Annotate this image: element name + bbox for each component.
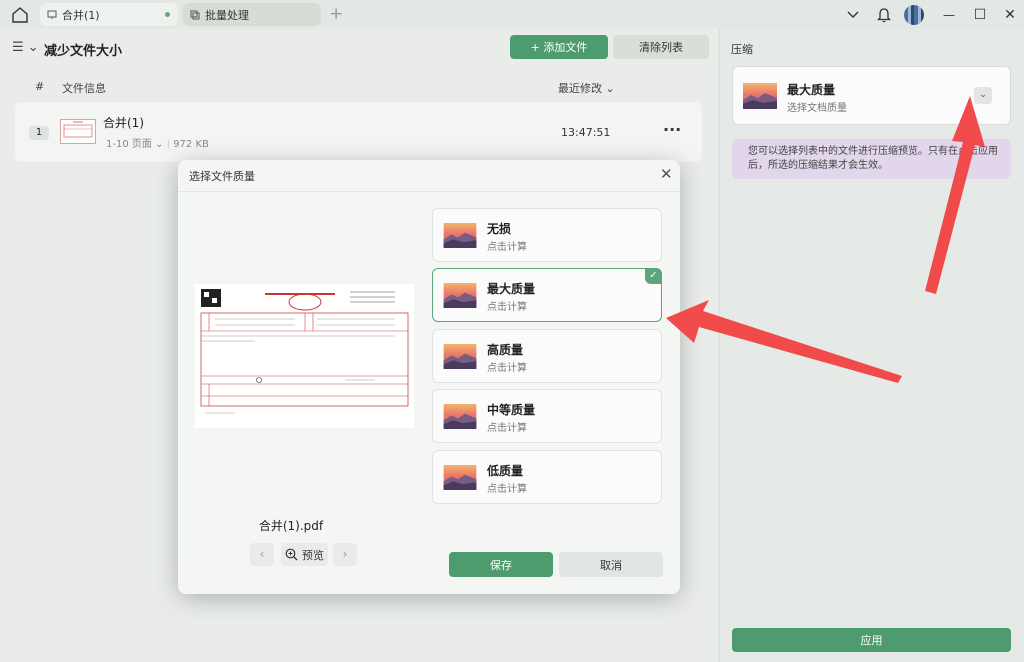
bell-icon[interactable] [873, 0, 895, 29]
minimize-button[interactable]: — [938, 0, 960, 29]
file-thumbnail [60, 119, 96, 144]
preview-label: 预览 [302, 548, 324, 562]
quality-subtitle: 选择文档质量 [787, 103, 847, 114]
option-name: 最大质量 [487, 282, 536, 296]
home-icon[interactable] [10, 5, 30, 25]
option-name: 低质量 [487, 464, 524, 478]
landscape-icon [443, 465, 477, 490]
row-index: 1 [29, 126, 49, 140]
pdf-file-icon [47, 10, 57, 19]
column-header-modified[interactable]: 最近修改 ⌄ [558, 80, 615, 96]
panel-title: 压缩 [731, 43, 753, 56]
column-header-index: # [35, 80, 45, 93]
zoom-in-icon [285, 548, 298, 561]
check-icon: ✓ [645, 268, 662, 284]
maximize-button[interactable]: ☐ [969, 0, 991, 29]
preview-button[interactable]: 预览 [281, 543, 328, 566]
previous-page-button[interactable]: ‹ [250, 543, 274, 566]
landscape-icon [743, 83, 777, 109]
unsaved-dot-icon [165, 12, 170, 17]
quality-option-high[interactable]: 高质量 点击计算 [432, 329, 662, 383]
tab-merge[interactable]: 合并(1) [40, 3, 178, 26]
landscape-icon [443, 344, 477, 369]
close-window-button[interactable]: ✕ [999, 0, 1021, 29]
page-range-select[interactable]: 1-10 页面 ⌄ [106, 139, 163, 150]
option-subtitle: 点击计算 [487, 302, 527, 313]
tab-batch[interactable]: 批量处理 [183, 3, 321, 26]
file-name: 合并(1) [103, 116, 144, 130]
more-options-button[interactable]: ··· [663, 120, 681, 139]
menu-icon[interactable]: ☰ ⌄ [12, 40, 39, 55]
dialog-header: 选择文件质量 ✕ [178, 160, 680, 192]
dialog-title: 选择文件质量 [189, 170, 255, 183]
file-size: 972 KB [173, 139, 209, 150]
close-icon[interactable]: ✕ [660, 165, 673, 183]
quality-name: 最大质量 [787, 83, 836, 97]
quality-selector[interactable]: 最大质量 选择文档质量 ⌄ [732, 66, 1011, 125]
tip-box: 您可以选择列表中的文件进行压缩预览。只有在点击应用后，所选的压缩结果才会生效。 [732, 139, 1011, 179]
landscape-icon [443, 283, 477, 308]
table-row[interactable]: 1 合并(1) 1-10 页面 ⌄ | 972 KB 13:47:51 ··· [15, 102, 702, 162]
option-name: 无损 [487, 222, 512, 236]
cancel-button[interactable]: 取消 [559, 552, 663, 577]
landscape-icon [443, 404, 477, 429]
chevron-down-icon[interactable]: ⌄ [974, 87, 992, 104]
batch-icon [190, 10, 200, 19]
landscape-icon [443, 223, 477, 248]
option-subtitle: 点击计算 [487, 484, 527, 495]
page-title: 减少文件大小 [44, 44, 123, 59]
clear-list-button[interactable]: 清除列表 [613, 35, 709, 59]
option-name: 高质量 [487, 343, 524, 357]
tab-label: 批量处理 [205, 8, 249, 22]
title-bar: 合并(1) 批量处理 + — ☐ ✕ [0, 0, 1024, 29]
save-button[interactable]: 保存 [449, 552, 553, 577]
quality-option-medium[interactable]: 中等质量 点击计算 [432, 389, 662, 443]
new-tab-button[interactable]: + [329, 4, 343, 24]
quality-option-low[interactable]: 低质量 点击计算 [432, 450, 662, 504]
avatar[interactable] [903, 0, 925, 29]
tab-label: 合并(1) [62, 8, 100, 22]
file-meta: 1-10 页面 ⌄ | 972 KB [106, 139, 209, 150]
add-file-button[interactable]: + 添加文件 [510, 35, 608, 59]
quality-option-max[interactable]: 最大质量 点击计算 ✓ [432, 268, 662, 322]
file-modified-time: 13:47:51 [561, 126, 611, 139]
document-preview [195, 284, 414, 428]
option-subtitle: 点击计算 [487, 363, 527, 374]
column-header-info: 文件信息 [62, 82, 106, 95]
chevron-down-icon[interactable] [842, 0, 864, 29]
option-subtitle: 点击计算 [487, 423, 527, 434]
pdf-file-name: 合并(1).pdf [258, 519, 324, 533]
option-subtitle: 点击计算 [487, 242, 527, 253]
option-name: 中等质量 [487, 403, 536, 417]
apply-button[interactable]: 应用 [732, 628, 1011, 652]
next-page-button[interactable]: › [333, 543, 357, 566]
tip-text: 您可以选择列表中的文件进行压缩预览。只有在点击应用后，所选的压缩结果才会生效。 [748, 146, 998, 171]
quality-dialog: 选择文件质量 ✕ 合并(1).pdf ‹ 预览 › 无损 点击计算 最大质量 点… [178, 160, 680, 594]
compress-panel: 压缩 最大质量 选择文档质量 ⌄ 您可以选择列表中的文件进行压缩预览。只有在点击… [719, 29, 1024, 662]
quality-option-lossless[interactable]: 无损 点击计算 [432, 208, 662, 262]
